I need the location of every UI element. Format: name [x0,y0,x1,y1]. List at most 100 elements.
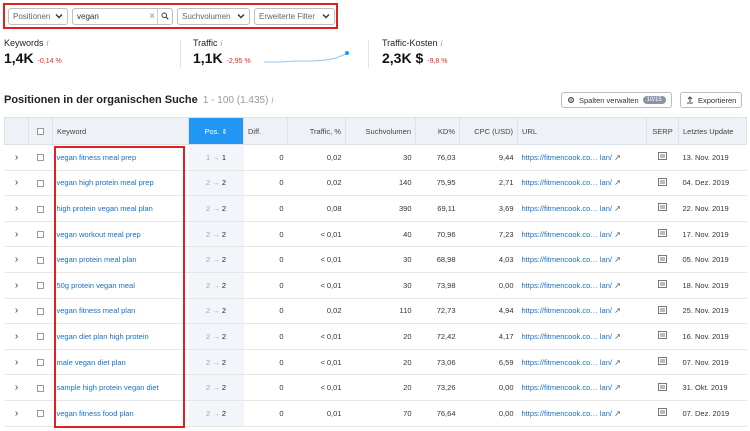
url-tail[interactable]: lan/ [600,358,612,367]
row-checkbox[interactable] [28,400,53,427]
external-link-icon[interactable]: ↗ [614,306,621,315]
header-cpc[interactable]: CPC (USD) [459,117,518,145]
expand-row-button[interactable]: › [4,195,29,222]
serp-cell[interactable] [646,170,679,197]
expand-row-button[interactable]: › [4,400,29,427]
search-input[interactable]: vegan [73,12,147,21]
row-checkbox[interactable] [28,144,53,171]
url-link[interactable]: https://fitmencook.co… [522,204,598,213]
header-keyword[interactable]: Keyword [52,117,189,145]
row-checkbox[interactable] [28,298,53,325]
expand-row-button[interactable]: › [4,298,29,325]
header-kd[interactable]: KD% [415,117,460,145]
keyword-link[interactable]: male vegan diet plan [52,349,189,376]
volume-dropdown[interactable]: Suchvolumen [177,7,250,25]
serp-icon[interactable] [658,382,667,391]
manage-columns-button[interactable]: Spalten verwalten 10/15 [561,92,672,108]
serp-icon[interactable] [658,280,667,289]
url-tail[interactable]: lan/ [600,383,612,392]
url-link[interactable]: https://fitmencook.co… [522,230,598,239]
external-link-icon[interactable]: ↗ [614,255,621,264]
expand-row-button[interactable]: › [4,272,29,299]
external-link-icon[interactable]: ↗ [614,383,621,392]
header-diff[interactable]: Diff. [243,117,288,145]
external-link-icon[interactable]: ↗ [614,332,621,341]
row-checkbox[interactable] [28,170,53,197]
serp-cell[interactable] [646,298,679,325]
url-tail[interactable]: lan/ [600,306,612,315]
positions-dropdown[interactable]: Positionen [8,7,68,25]
url-tail[interactable]: lan/ [600,409,612,418]
serp-cell[interactable] [646,323,679,350]
url-link[interactable]: https://fitmencook.co… [522,178,598,187]
url-tail[interactable]: lan/ [600,153,612,162]
serp-cell[interactable] [646,400,679,427]
select-all-checkbox[interactable] [28,117,53,145]
url-tail[interactable]: lan/ [600,255,612,264]
row-checkbox[interactable] [28,246,53,273]
url-link[interactable]: https://fitmencook.co… [522,409,598,418]
search-button[interactable] [157,8,172,24]
expand-row-button[interactable]: › [4,144,29,171]
header-updated[interactable]: Letztes Update [678,117,747,145]
row-checkbox[interactable] [28,195,53,222]
header-traffic[interactable]: Traffic, % [287,117,346,145]
keyword-link[interactable]: vegan protein meal plan [52,246,189,273]
row-checkbox[interactable] [28,349,53,376]
keyword-link[interactable]: vegan fitness food plan [52,400,189,427]
expand-row-button[interactable]: › [4,246,29,273]
keyword-link[interactable]: vegan fitness meal prep [52,144,189,171]
url-link[interactable]: https://fitmencook.co… [522,383,598,392]
serp-icon[interactable] [658,408,667,417]
external-link-icon[interactable]: ↗ [614,358,621,367]
serp-cell[interactable] [646,144,679,171]
url-link[interactable]: https://fitmencook.co… [522,332,598,341]
url-tail[interactable]: lan/ [600,204,612,213]
url-link[interactable]: https://fitmencook.co… [522,306,598,315]
expand-row-button[interactable]: › [4,170,29,197]
url-link[interactable]: https://fitmencook.co… [522,153,598,162]
export-button[interactable]: Exportieren [680,92,743,108]
row-checkbox[interactable] [28,323,53,350]
serp-cell[interactable] [646,272,679,299]
info-icon[interactable]: i [221,39,223,48]
serp-cell[interactable] [646,221,679,248]
row-checkbox[interactable] [28,374,53,401]
serp-cell[interactable] [646,349,679,376]
keyword-link[interactable]: vegan diet plan high protein [52,323,189,350]
external-link-icon[interactable]: ↗ [614,178,621,187]
serp-icon[interactable] [658,331,667,340]
external-link-icon[interactable]: ↗ [614,204,621,213]
info-icon[interactable]: i [272,96,274,105]
info-icon[interactable]: i [47,39,49,48]
url-tail[interactable]: lan/ [600,281,612,290]
serp-icon[interactable] [658,357,667,366]
advanced-filter-dropdown[interactable]: Erweiterte Filter [254,7,335,25]
info-icon[interactable]: i [441,39,443,48]
expand-row-button[interactable]: › [4,221,29,248]
keyword-link[interactable]: high protein vegan meal plan [52,195,189,222]
header-position[interactable]: Pos. ⇕ [188,117,244,145]
expand-row-button[interactable]: › [4,374,29,401]
expand-row-button[interactable]: › [4,349,29,376]
keyword-link[interactable]: vegan high protein meal prep [52,170,189,197]
serp-cell[interactable] [646,195,679,222]
url-tail[interactable]: lan/ [600,332,612,341]
external-link-icon[interactable]: ↗ [614,281,621,290]
url-tail[interactable]: lan/ [600,230,612,239]
header-volume[interactable]: Suchvolumen [345,117,416,145]
serp-icon[interactable] [658,229,667,238]
url-link[interactable]: https://fitmencook.co… [522,281,598,290]
keyword-link[interactable]: vegan workout meal prep [52,221,189,248]
clear-icon[interactable]: × [147,11,157,22]
row-checkbox[interactable] [28,221,53,248]
serp-icon[interactable] [658,254,667,263]
external-link-icon[interactable]: ↗ [614,230,621,239]
serp-icon[interactable] [658,152,667,161]
url-link[interactable]: https://fitmencook.co… [522,358,598,367]
url-link[interactable]: https://fitmencook.co… [522,255,598,264]
serp-cell[interactable] [646,246,679,273]
search-field[interactable]: vegan × [72,7,173,25]
external-link-icon[interactable]: ↗ [614,153,621,162]
serp-icon[interactable] [658,203,667,212]
